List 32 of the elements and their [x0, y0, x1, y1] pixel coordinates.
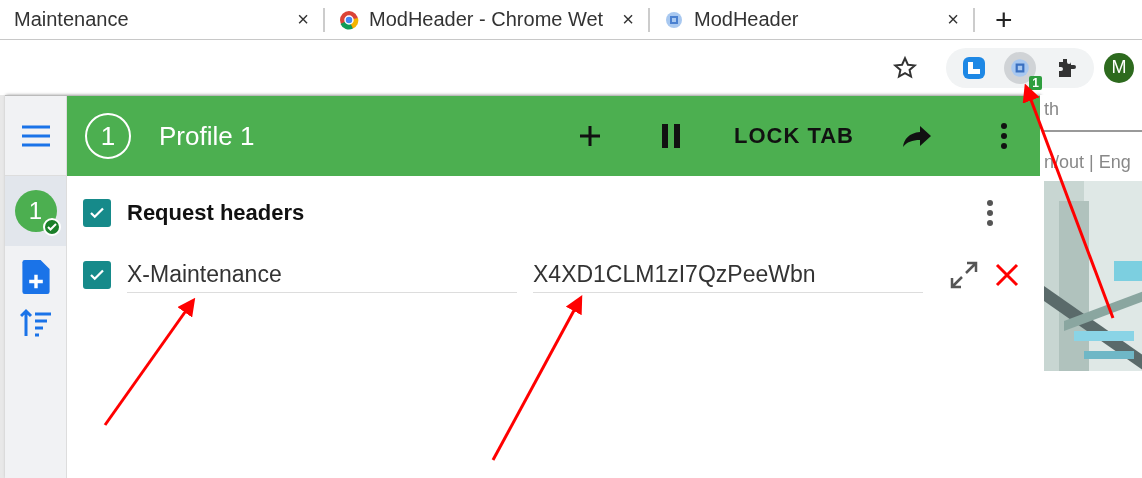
more-icon[interactable]: [986, 199, 994, 227]
delete-icon[interactable]: [995, 263, 1019, 287]
tab-title[interactable]: Maintenance: [14, 8, 288, 31]
section-title: Request headers: [127, 200, 306, 226]
expand-icon[interactable]: [949, 260, 979, 290]
share-icon: [902, 124, 932, 148]
add-file-icon: [21, 260, 50, 294]
tab-title[interactable]: ModHeader - Chrome Wet: [369, 8, 613, 31]
app-icon: [962, 55, 986, 80]
tab-title[interactable]: ModHeader: [694, 8, 938, 31]
chrome-icon: [339, 9, 359, 30]
profile-number: 1: [85, 113, 131, 159]
search-field-text: th: [1044, 95, 1142, 132]
star-icon: [892, 54, 918, 81]
lock-tab-button[interactable]: LOCK TAB: [719, 123, 868, 149]
more-icon: [1000, 122, 1008, 150]
extension-badge: 1: [1029, 75, 1042, 90]
header-name-field[interactable]: X-Maintenance: [127, 257, 517, 293]
tab-close-button[interactable]: ×: [297, 8, 309, 31]
pause-icon: [659, 123, 682, 149]
header-value-field[interactable]: X4XD1CLM1zI7QzPeeWbn: [533, 257, 923, 293]
account-avatar[interactable]: M: [1104, 52, 1134, 83]
modheader-icon: [664, 9, 684, 30]
tab-close-button[interactable]: ×: [622, 8, 634, 31]
plus-icon: [577, 124, 602, 148]
checkbox[interactable]: [83, 199, 111, 227]
modheader-icon: [1009, 56, 1031, 79]
tab-close-button[interactable]: ×: [947, 8, 959, 31]
checkbox[interactable]: [83, 261, 111, 289]
menu-icon: [20, 123, 51, 148]
new-tab-button[interactable]: +: [995, 2, 1013, 37]
sort-icon: [19, 308, 52, 338]
